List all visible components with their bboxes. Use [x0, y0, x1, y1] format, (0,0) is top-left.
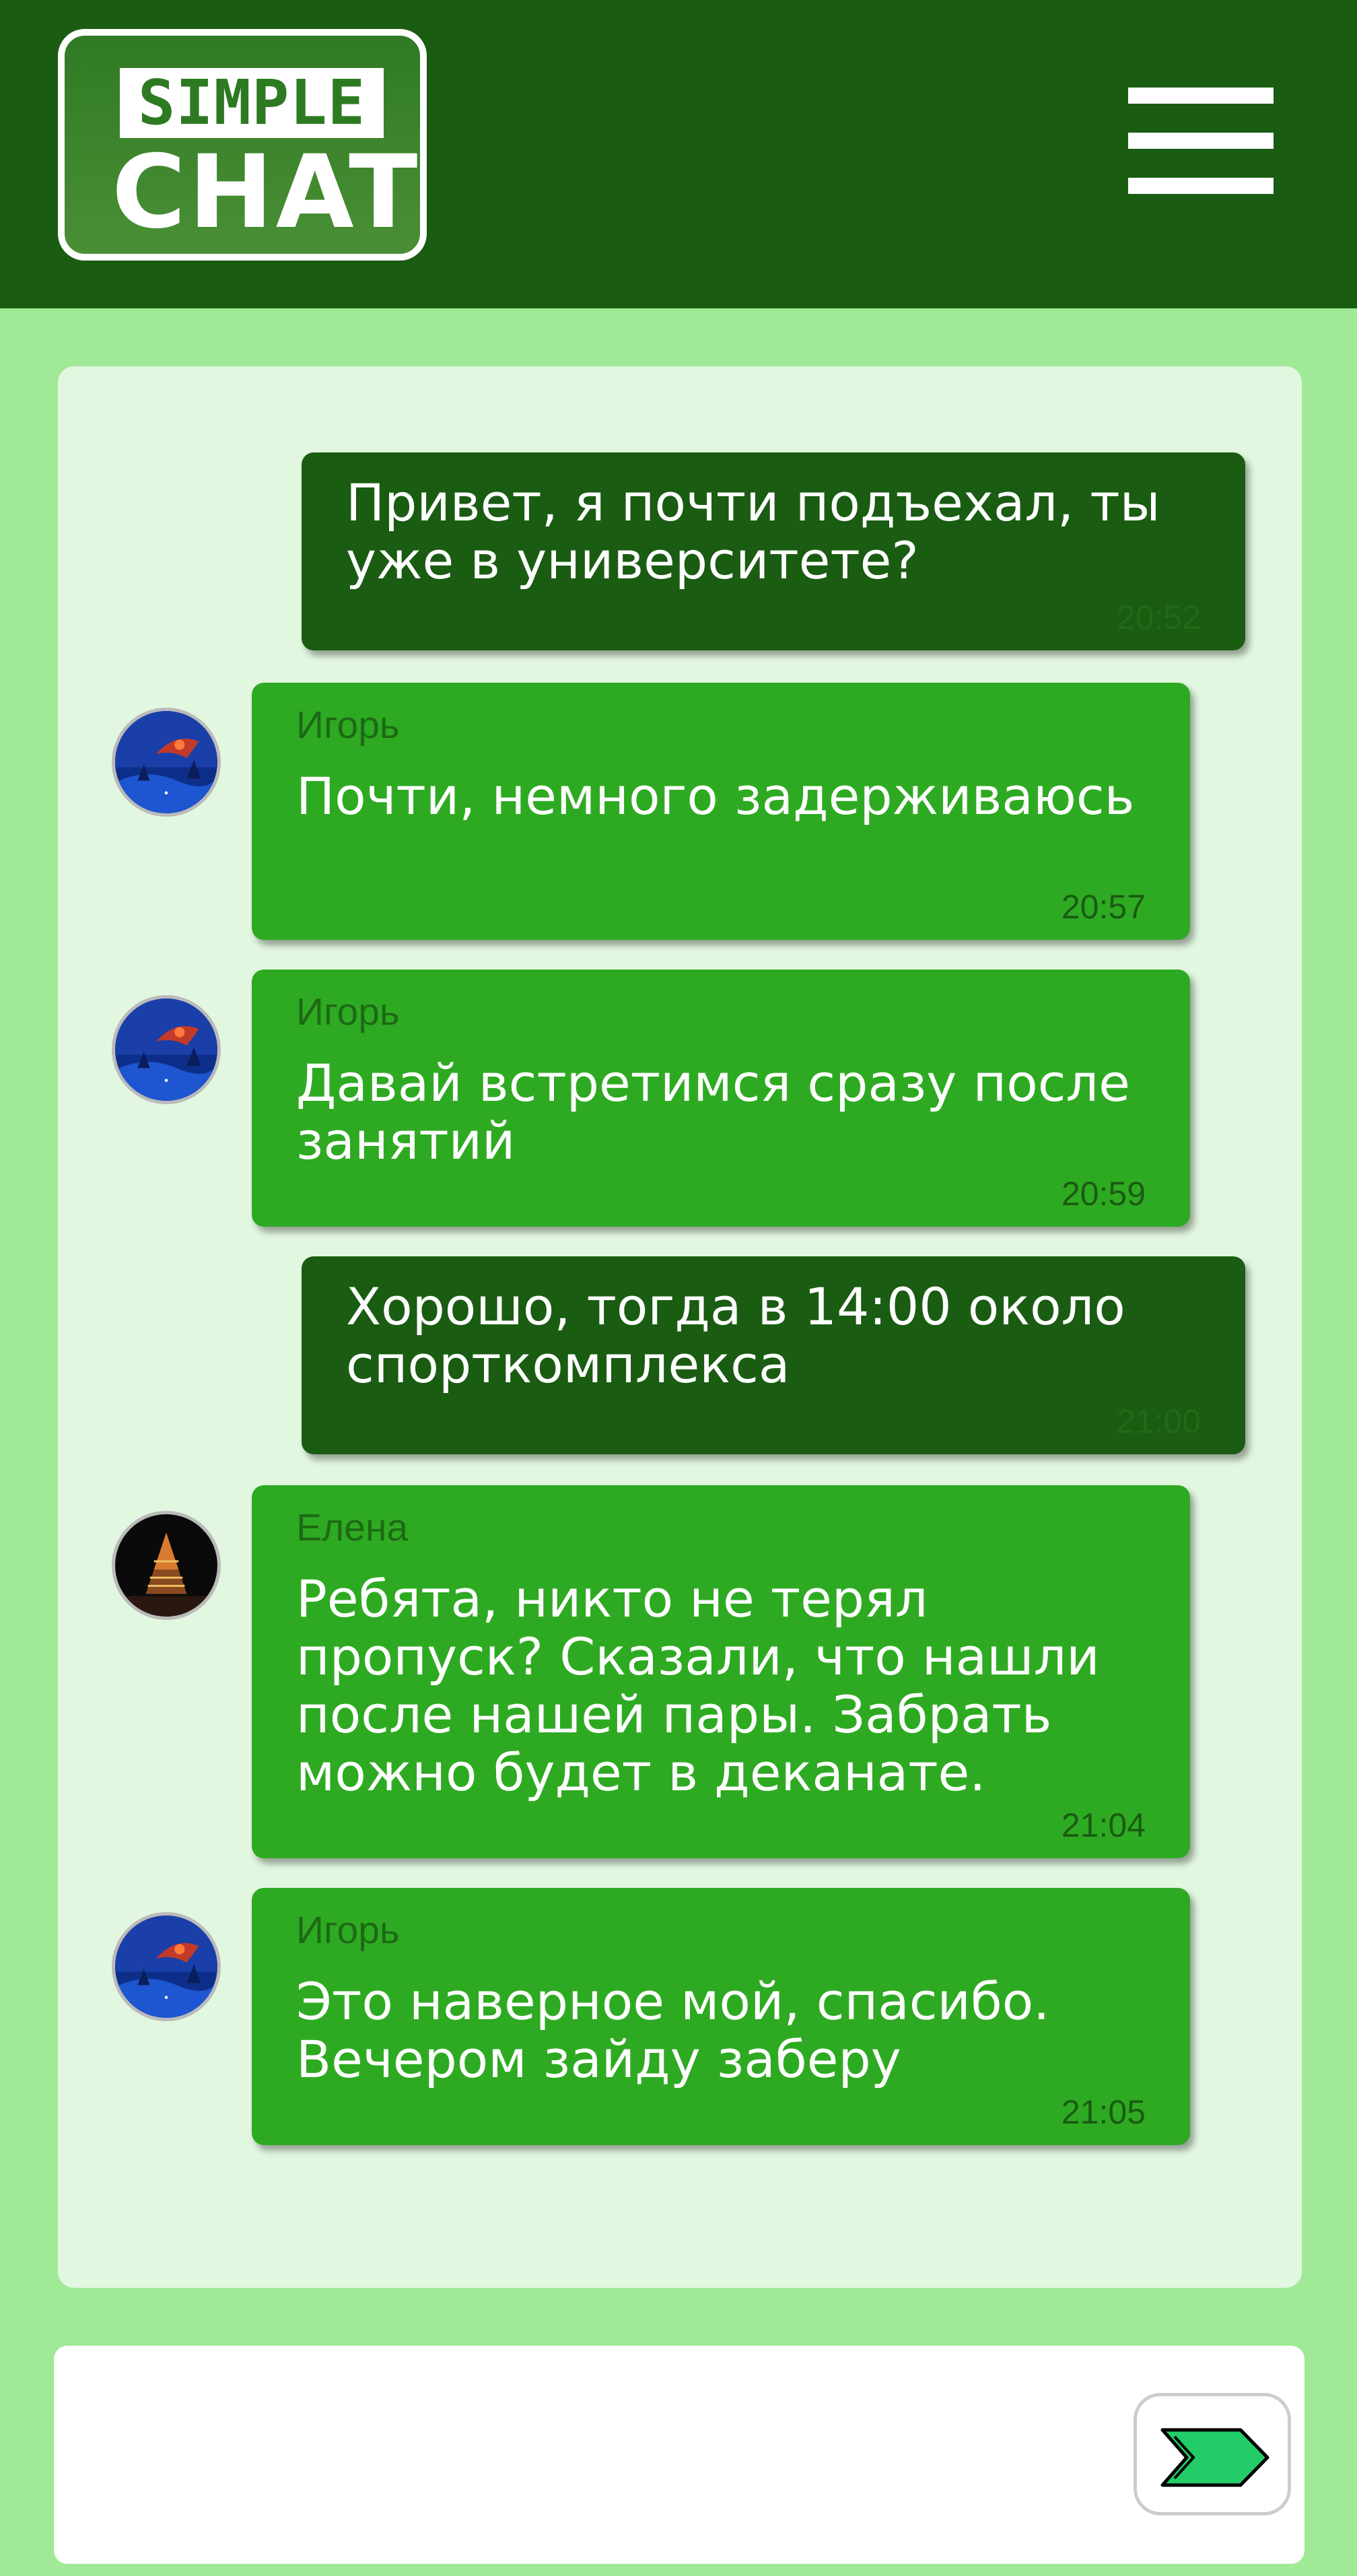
message-text: Давай встретимся сразу после занятий [296, 1053, 1130, 1171]
sender-avatar[interactable] [112, 1511, 221, 1620]
chat-messages-panel[interactable]: Привет, я почти подъехал, ты уже в униве… [58, 366, 1302, 2288]
menu-bar [1128, 88, 1274, 104]
menu-bar [1128, 178, 1274, 194]
send-button[interactable] [1134, 2393, 1291, 2515]
sender-avatar[interactable] [112, 1912, 221, 2021]
message-composer [54, 2346, 1304, 2564]
christmas-tree-avatar [115, 1514, 217, 1617]
message-text: Ребята, никто не терял пропуск? Сказали,… [296, 1569, 1100, 1802]
message-text: Почти, немного задерживаюсь [296, 766, 1135, 826]
winter-night-avatar [115, 998, 217, 1101]
message-time: 20:52 [1116, 599, 1201, 636]
logo-text-chat: CHAT [112, 134, 421, 251]
sender-name: Елена [296, 1506, 409, 1549]
winter-night-avatar [115, 711, 217, 813]
message-time: 20:59 [1061, 1175, 1146, 1213]
sender-avatar[interactable] [112, 995, 221, 1104]
logo-text-simple: SIMPLE [120, 68, 384, 138]
incoming-message: Игорь Почти, немного задерживаюсь 20:57 [252, 683, 1190, 940]
hamburger-menu-icon[interactable] [1128, 88, 1274, 194]
message-time: 21:04 [1061, 1806, 1146, 1844]
outgoing-message: Привет, я почти подъехал, ты уже в униве… [302, 452, 1245, 650]
message-text: Привет, я почти подъехал, ты уже в униве… [346, 473, 1160, 590]
send-arrow-icon [1160, 2428, 1269, 2487]
message-text: Хорошо, тогда в 14:00 около спорткомплек… [346, 1277, 1125, 1394]
message-time: 21:05 [1061, 2093, 1146, 2131]
sender-name: Игорь [296, 1909, 400, 1952]
menu-bar [1128, 133, 1274, 149]
message-input[interactable] [81, 2373, 1134, 2538]
app-header: SIMPLE CHAT [0, 0, 1357, 308]
winter-night-avatar [115, 1916, 217, 2018]
sender-name: Игорь [296, 990, 400, 1033]
message-time: 20:57 [1061, 888, 1146, 926]
incoming-message: Елена Ребята, никто не терял пропуск? Ск… [252, 1485, 1190, 1858]
message-time: 21:00 [1116, 1402, 1201, 1440]
incoming-message: Игорь Это наверное мой, спасибо. Вечером… [252, 1888, 1190, 2145]
incoming-message: Игорь Давай встретимся сразу после занят… [252, 970, 1190, 1227]
message-text: Это наверное мой, спасибо. Вечером зайду… [296, 1971, 1050, 2089]
outgoing-message: Хорошо, тогда в 14:00 около спорткомплек… [302, 1256, 1245, 1454]
sender-avatar[interactable] [112, 708, 221, 817]
sender-name: Игорь [296, 704, 400, 747]
app-logo[interactable]: SIMPLE CHAT [58, 29, 427, 261]
